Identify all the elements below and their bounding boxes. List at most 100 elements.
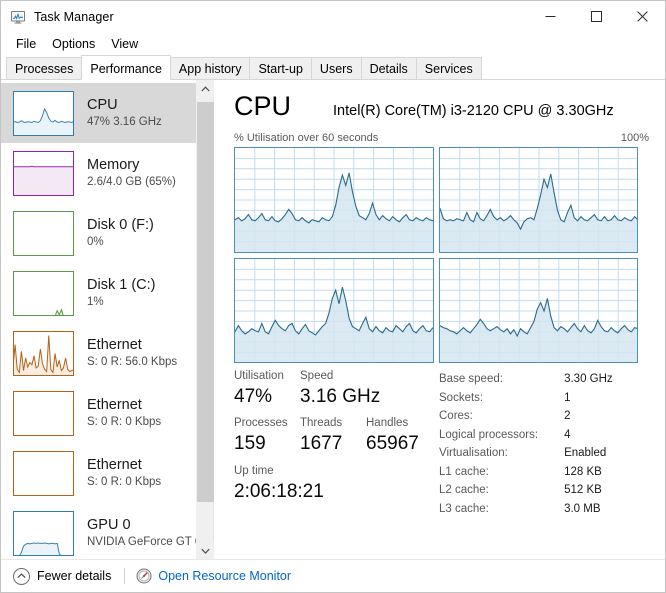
spec-base-speed-value: 3.30 GHz [564, 373, 613, 385]
minimize-icon [545, 16, 555, 17]
graph-axis-labels: % Utilisation over 60 seconds 100% [234, 132, 649, 144]
tab-users[interactable]: Users [310, 57, 362, 79]
resource-monitor-icon [136, 568, 152, 584]
menu-options[interactable]: Options [44, 35, 103, 53]
close-button[interactable] [619, 1, 665, 32]
cpu-thumbnail-graph [13, 90, 74, 136]
performance-detail-panel: CPU Intel(R) Core(TM) i3-2120 CPU @ 3.30… [214, 80, 665, 559]
scroll-down-button[interactable] [197, 542, 214, 559]
stat-processes-value: 159 [234, 433, 266, 454]
sidebar-item-cpu[interactable]: CPU 47% 3.16 GHz [1, 83, 196, 143]
stat-processes-label: Processes [234, 417, 288, 429]
scroll-up-button[interactable] [197, 80, 214, 97]
sidebar-item-disk-0-text: Disk 0 (F:) 0% [87, 216, 154, 250]
stats-row-1: Utilisation 47% Speed 3.16 GHz [234, 368, 439, 410]
sidebar-item-gpu-0-sub: NVIDIA GeForce GT 6 [87, 536, 196, 548]
menu-view[interactable]: View [103, 35, 146, 53]
spec-l3-cache-label: L3 cache: [439, 502, 489, 515]
stat-uptime: Up time 2:06:18:21 [234, 463, 439, 505]
ethernet2-thumbnail-graph [13, 390, 74, 436]
stat-processes: Processes 159 [234, 415, 300, 457]
stats-primary: Utilisation 47% Speed 3.16 GHz Processes… [234, 368, 439, 518]
stats-specs: Base speed: 3.30 GHz Sockets: 1 Cores: 2… [439, 368, 613, 518]
ethernet1-thumbnail-graph [13, 330, 74, 376]
sidebar-item-memory-sub: 2.6/4.0 GB (65%) [87, 176, 176, 188]
cpu-core-graph-3[interactable] [438, 257, 638, 363]
sidebar-item-gpu-0-title: GPU 0 [87, 517, 131, 533]
fewer-details-label: Fewer details [37, 569, 112, 583]
sidebar-item-ethernet-1-text: Ethernet S: 0 R: 56.0 Kbps [87, 336, 177, 370]
gpu-thumbnail-graph [13, 510, 74, 556]
chevron-up-circle-icon [13, 567, 30, 585]
sidebar-item-ethernet-2-text: Ethernet S: 0 R: 0 Kbps [87, 396, 161, 430]
window-controls [527, 1, 665, 32]
sidebar-item-cpu-text: CPU 47% 3.16 GHz [87, 96, 162, 130]
sidebar-scrollbar[interactable] [196, 80, 214, 559]
sidebar-item-memory-text: Memory 2.6/4.0 GB (65%) [87, 156, 176, 190]
tab-processes[interactable]: Processes [6, 57, 83, 79]
spec-sockets-value: 1 [564, 391, 571, 404]
tab-details[interactable]: Details [360, 57, 417, 79]
open-resource-monitor-link[interactable]: Open Resource Monitor [136, 568, 291, 584]
stat-speed-value: 3.16 GHz [300, 386, 381, 407]
sidebar-item-ethernet-3-title: Ethernet [87, 457, 142, 473]
window-title: Task Manager [34, 9, 114, 24]
cpu-core-graph-1[interactable] [438, 147, 638, 253]
stat-speed: Speed 3.16 GHz [300, 368, 381, 410]
tab-services[interactable]: Services [415, 57, 482, 79]
tab-app-history[interactable]: App history [169, 57, 251, 79]
maximize-button[interactable] [573, 1, 619, 32]
sidebar-item-disk-0[interactable]: Disk 0 (F:) 0% [1, 203, 196, 263]
sidebar-item-ethernet-3-text: Ethernet S: 0 R: 0 Kbps [87, 456, 161, 490]
graph-label-right: 100% [620, 132, 649, 144]
scrollbar-thumb[interactable] [197, 102, 214, 502]
tab-strip: Processes Performance App history Start-… [1, 55, 665, 80]
tab-start-up[interactable]: Start-up [249, 57, 312, 79]
disk1-thumbnail-graph [13, 270, 74, 316]
sidebar-item-ethernet-2-title: Ethernet [87, 397, 142, 413]
minimize-button[interactable] [527, 1, 573, 32]
spec-l1-cache-value: 128 KB [564, 465, 602, 478]
chevron-down-icon [201, 548, 210, 554]
sidebar-item-cpu-title: CPU [87, 97, 118, 113]
fewer-details-button[interactable]: Fewer details [13, 567, 112, 585]
sidebar-item-disk-1[interactable]: Disk 1 (C:) 1% [1, 263, 196, 323]
sidebar-item-disk-1-text: Disk 1 (C:) 1% [87, 276, 155, 310]
sidebar-item-ethernet-1-sub: S: 0 R: 56.0 Kbps [87, 356, 178, 368]
sidebar-item-ethernet-2[interactable]: Ethernet S: 0 R: 0 Kbps [1, 383, 196, 443]
ethernet3-thumbnail-graph [13, 450, 74, 496]
cpu-core-graph-2[interactable] [234, 257, 434, 363]
spec-base-speed-label: Base speed: [439, 373, 503, 385]
status-bar: Fewer details Open Resource Monitor [1, 559, 665, 592]
spec-virtualisation-label: Virtualisation: [439, 447, 508, 459]
sidebar-item-disk-0-sub: 0% [87, 236, 104, 248]
stat-utilisation-label: Utilisation [234, 370, 284, 382]
spec-l3-cache-value: 3.0 MB [564, 502, 601, 515]
sidebar-item-ethernet-3[interactable]: Ethernet S: 0 R: 0 Kbps [1, 443, 196, 503]
spec-l2-cache-label: L2 cache: [439, 484, 489, 496]
spec-sockets-label: Sockets: [439, 391, 484, 404]
disk0-thumbnail-graph [13, 210, 74, 256]
cpu-model-label: Intel(R) Core(TM) i3-2120 CPU @ 3.30GHz [333, 103, 614, 119]
close-icon [636, 11, 648, 22]
spec-l2-cache-value: 512 KB [564, 484, 602, 496]
sidebar-item-ethernet-3-sub: S: 0 R: 0 Kbps [87, 476, 162, 488]
spec-logical-processors-value: 4 [564, 428, 571, 441]
sidebar-item-disk-0-title: Disk 0 (F:) [87, 217, 154, 233]
stats-row-2: Processes 159 Threads 1677 Handles 65967 [234, 415, 439, 457]
tab-performance[interactable]: Performance [81, 55, 171, 80]
menu-file[interactable]: File [8, 35, 44, 53]
sidebar-item-disk-1-sub: 1% [87, 296, 104, 308]
sidebar-item-cpu-sub: 47% 3.16 GHz [87, 116, 162, 128]
cpu-core-graph-0[interactable] [234, 147, 434, 253]
stat-handles-value: 65967 [366, 433, 419, 454]
sidebar-item-ethernet-1-title: Ethernet [87, 337, 142, 353]
sidebar-item-memory[interactable]: Memory 2.6/4.0 GB (65%) [1, 143, 196, 203]
graph-label-left: % Utilisation over 60 seconds [234, 132, 379, 144]
sidebar-item-ethernet-1[interactable]: Ethernet S: 0 R: 56.0 Kbps [1, 323, 196, 383]
sidebar-item-gpu-0[interactable]: GPU 0 NVIDIA GeForce GT 6 [1, 503, 196, 559]
stat-handles-label: Handles [366, 417, 409, 429]
spec-cores-label: Cores: [439, 410, 473, 422]
stat-threads-label: Threads [300, 417, 343, 429]
chevron-up-icon [201, 85, 210, 91]
